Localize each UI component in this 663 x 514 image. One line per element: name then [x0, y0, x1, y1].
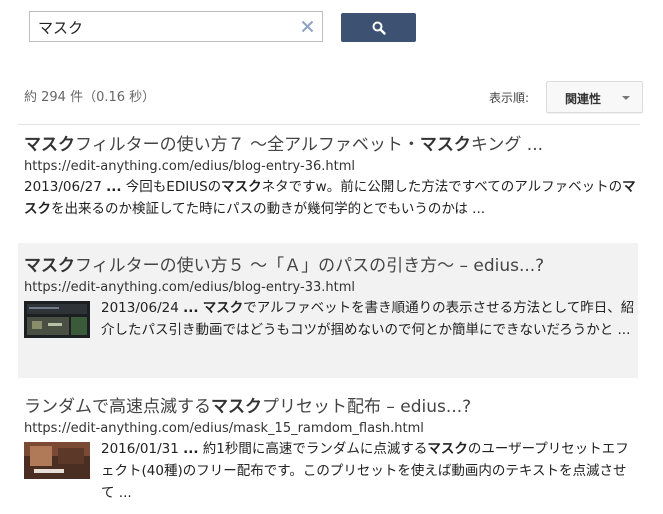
video-thumbnail[interactable] — [24, 301, 90, 338]
search-input[interactable] — [38, 17, 293, 37]
result-snippet: 2016/01/31 ... 約1秒間に高速でランダムに点滅するマスクのユーザー… — [24, 438, 638, 504]
result-url[interactable]: https://edit-anything.com/edius/blog-ent… — [24, 158, 638, 176]
sort-value: 関連性 — [565, 92, 602, 106]
search-button[interactable] — [341, 13, 416, 42]
search-icon — [372, 21, 386, 35]
sort-label: 表示順: — [489, 91, 530, 105]
sort-dropdown[interactable]: 関連性 — [546, 81, 643, 113]
result-stats: 約 294 件（0.16 秒） — [24, 90, 156, 105]
video-thumbnail[interactable] — [24, 442, 90, 479]
divider — [18, 124, 640, 125]
result-snippet: 2013/06/24 ... マスクでアルファベットを書き順通りの表示させる方法… — [24, 297, 638, 341]
result-title[interactable]: ランダムで高速点滅するマスクプリセット配布 – edius...? — [24, 396, 638, 418]
chevron-down-icon — [622, 96, 630, 100]
result-title[interactable]: マスクフィルターの使い方７ ～全アルファベット・マスクキング ... — [24, 134, 638, 156]
result-date: 2013/06/24 — [101, 300, 179, 316]
close-icon[interactable] — [301, 20, 314, 33]
result-date: 2013/06/27 — [24, 179, 102, 195]
search-box[interactable] — [29, 11, 323, 42]
result-title[interactable]: マスクフィルターの使い方５ ～「Ａ」のパスの引き方～ – edius...? — [24, 255, 638, 277]
search-result: マスクフィルターの使い方７ ～全アルファベット・マスクキング ... https… — [18, 134, 638, 230]
result-date: 2016/01/31 — [101, 441, 179, 457]
search-result: ランダムで高速点滅するマスクプリセット配布 – edius...? https:… — [18, 396, 638, 508]
result-url[interactable]: https://edit-anything.com/edius/mask_15_… — [24, 420, 638, 438]
search-result: マスクフィルターの使い方５ ～「Ａ」のパスの引き方～ – edius...? h… — [18, 243, 638, 378]
result-snippet: 2013/06/27 ... 今回もEDIUSのマスクネタですw。前に公開した方… — [24, 179, 636, 217]
result-url[interactable]: https://edit-anything.com/edius/blog-ent… — [24, 279, 638, 297]
